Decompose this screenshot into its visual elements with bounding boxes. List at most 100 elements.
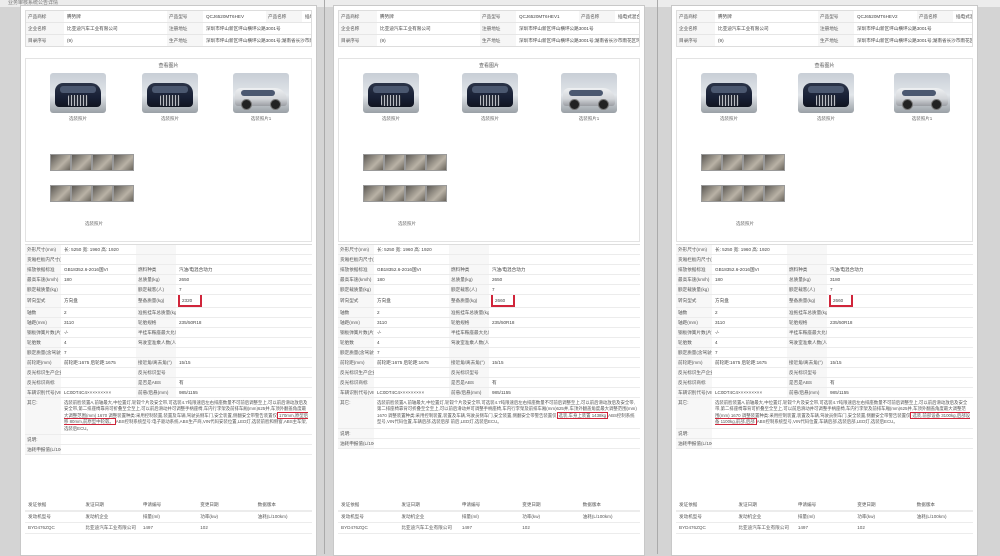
interior-thumbnail[interactable] — [92, 154, 113, 171]
interior-thumbnail[interactable] — [50, 185, 71, 202]
interior-thumbnail[interactable] — [426, 154, 447, 171]
spec-label: 钢板弹簧片数(片) — [338, 328, 374, 337]
spec-value — [489, 308, 640, 317]
interior-thumbnail[interactable] — [405, 185, 426, 202]
spec-label — [787, 245, 827, 254]
spec-table: 外形尺寸(mm)长: 5250 宽: 1960 高: 1920货厢栏板内尺寸(m… — [25, 244, 312, 456]
interior-thumbnail[interactable] — [113, 185, 134, 202]
spec-label: 钢板弹簧片数(片) — [25, 328, 61, 337]
spec-label: 额定质量(含驾驶员)(前进/后退) — [676, 348, 712, 357]
table-header-row: 发证依据 发证日期 申请编号 变更日期 数据版本 — [676, 500, 973, 511]
spec-value: 汽油/电混合动力 — [830, 267, 864, 272]
vehicle-photo[interactable] — [462, 73, 518, 113]
spec-label: 前悬/后悬(mm) — [136, 388, 176, 397]
table-cell: 1497 — [461, 525, 473, 530]
info-row: 产品商标腾势牌 产品型号QCJ6520MT6HEV2 产品名称插电式混合动力多用途乘… — [677, 11, 972, 23]
spec-label: 说明: — [25, 435, 61, 445]
interior-thumbnail[interactable] — [764, 154, 785, 171]
interior-thumbnail[interactable] — [426, 185, 447, 202]
photo-caption: 选装照片 — [69, 116, 87, 121]
table-header: 发动机型号 — [28, 514, 51, 519]
spec-table: 外形尺寸(mm)长: 5250 宽: 1960 高: 1920货厢栏板内尺寸(m… — [676, 244, 973, 449]
spec-label: 轴数 — [25, 308, 61, 317]
spec-label — [449, 245, 489, 254]
interior-thumbnail[interactable] — [50, 154, 71, 171]
spec-label: 前悬/后悬(mm) — [787, 388, 827, 397]
spec-row: 反光标识生产企业 反光标识型号 — [338, 368, 640, 378]
table-header: 申请编号 — [142, 502, 162, 507]
interior-thumbnail[interactable] — [701, 154, 722, 171]
other-row: 其它: 选装前脸装置A,前轴最大,中位置灯,轮毂个片及安全带,可选装4.7吨限速后… — [338, 398, 640, 429]
spec-value — [176, 348, 312, 357]
spec-row: 轮胎数 4 驾驶室准乘人数(人) — [676, 338, 973, 348]
info-label: 产品名称 — [917, 11, 953, 22]
spec-row: 反光标识生产企业 反光标识型号 — [25, 368, 312, 378]
interior-thumbnail[interactable] — [363, 154, 384, 171]
interior-thumbnail[interactable] — [363, 185, 384, 202]
interior-thumbnail[interactable] — [384, 154, 405, 171]
spec-row: 前轮距(mm) 前轮距:1675 后轮距:1675 接近角/离去角(°) 15/15 — [676, 358, 973, 368]
spec-label: 外形尺寸(mm) — [25, 245, 61, 254]
vehicle-photo[interactable] — [798, 73, 854, 113]
spec-label: 准拖挂车总质量(kg) — [136, 308, 176, 317]
spec-value — [489, 328, 640, 337]
spec-label: 反光标识生产企业 — [676, 368, 712, 377]
vehicle-photo[interactable] — [142, 73, 198, 113]
info-value: 比亚迪汽车工业有限公司 — [67, 26, 118, 31]
vehicle-photo[interactable] — [894, 73, 950, 113]
spec-label: 反光标识型号 — [449, 368, 489, 377]
table-header: 申请编号 — [461, 502, 481, 507]
vehicle-photo[interactable] — [701, 73, 757, 113]
info-row: 企业名称 比亚迪汽车工业有限公司 注册地址 深圳市坪山新区坪山横坪公路3001号 — [26, 23, 311, 35]
spec-row: 额定质量(含驾驶员)(前进/后退)7 — [676, 348, 973, 358]
spec-value: 2660 — [827, 295, 973, 307]
spec-label: 总质量(kg) — [449, 275, 489, 284]
interior-thumbnail[interactable] — [722, 154, 743, 171]
info-label: 企业名称 — [339, 23, 377, 34]
spec-value: 2 — [64, 310, 67, 315]
spec-row: 排放依据标准 GB18352.6-2016国VI 燃料种类 汽油/电混合动力 — [676, 265, 973, 275]
spec-value — [374, 378, 449, 387]
spec-value — [176, 255, 312, 264]
spec-label: 轮胎规格 — [787, 318, 827, 327]
interior-thumbnail[interactable] — [405, 154, 426, 171]
interior-thumbnail[interactable] — [92, 185, 113, 202]
interior-thumbnail[interactable] — [384, 185, 405, 202]
interior-thumbnail[interactable] — [722, 185, 743, 202]
spec-value: 方向盘 — [715, 298, 729, 303]
vehicle-photo[interactable] — [233, 73, 289, 113]
spec-value — [489, 255, 640, 264]
vehicle-photo[interactable] — [363, 73, 419, 113]
spec-row: 轴数 2 准拖挂车总质量(kg) — [338, 308, 640, 318]
spec-label: 准拖挂车总质量(kg) — [449, 308, 489, 317]
interior-thumbnail[interactable] — [71, 185, 92, 202]
spec-label: 前轮距(mm) — [25, 358, 61, 367]
vehicle-photo[interactable] — [561, 73, 617, 113]
info-label: 生产地址 — [480, 35, 516, 46]
interior-thumbnail[interactable] — [71, 154, 92, 171]
spec-row: 反光标识生产企业 反光标识型号 — [676, 368, 973, 378]
info-value: (9) — [67, 38, 73, 43]
interior-thumbnail[interactable] — [764, 185, 785, 202]
spec-table: 外形尺寸(mm)长: 5250 宽: 1960 高: 1920货厢栏板内尺寸(m… — [338, 244, 640, 449]
vehicle-photo[interactable] — [50, 73, 106, 113]
spec-value: 180 — [377, 277, 385, 282]
spec-label: 转向型式 — [676, 295, 712, 307]
interior-thumbnail[interactable] — [743, 185, 764, 202]
spec-label: 整备质量(kg) — [787, 295, 827, 307]
info-row: 企业名称 比亚迪汽车工业有限公司 注册地址 深圳市坪山新区坪山横坪公路3001号 — [339, 23, 639, 35]
fuel-row: 油耗申报值(L/100km) — [676, 438, 973, 449]
spec-value: 有 — [830, 380, 835, 385]
info-label: 产品型号 — [167, 11, 203, 22]
interior-thumbnail[interactable] — [701, 185, 722, 202]
interior-thumbnail[interactable] — [743, 154, 764, 171]
info-label: 企业名称 — [26, 23, 64, 34]
table-header: 发动机型号 — [679, 514, 702, 519]
table-header: 功率(kw) — [200, 514, 219, 519]
spec-label: 额定载质量(kg) — [338, 285, 374, 294]
spec-value — [827, 368, 973, 377]
spec-label: 驾驶室准乘人数(人) — [136, 338, 176, 347]
interior-thumbnail[interactable] — [113, 154, 134, 171]
spec-label: 反光标识型号 — [787, 368, 827, 377]
info-label: 产品商标 — [339, 11, 377, 22]
